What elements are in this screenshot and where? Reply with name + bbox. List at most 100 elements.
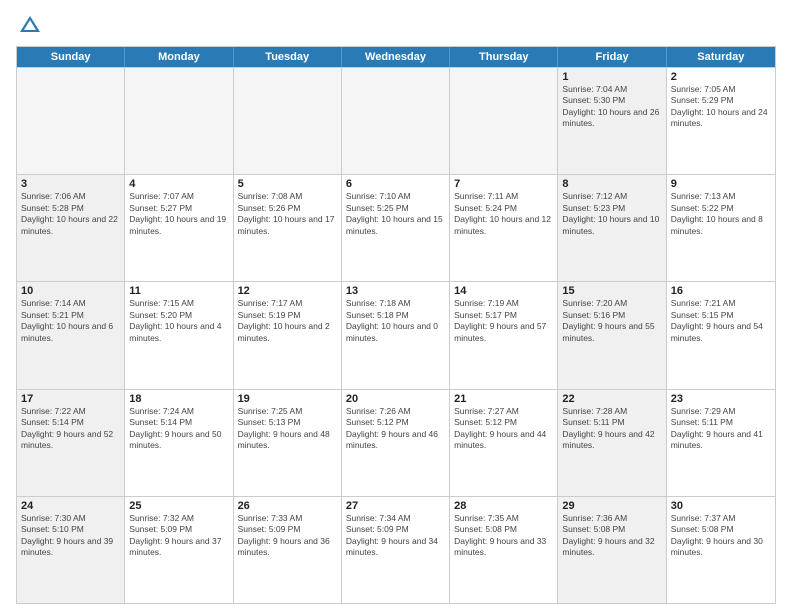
calendar-day-24: 24Sunrise: 7:30 AM Sunset: 5:10 PM Dayli… (17, 497, 125, 603)
day-number: 4 (129, 178, 228, 190)
day-info: Sunrise: 7:25 AM Sunset: 5:13 PM Dayligh… (238, 406, 337, 452)
day-number: 18 (129, 393, 228, 405)
calendar-row-0: 1Sunrise: 7:04 AM Sunset: 5:30 PM Daylig… (17, 67, 775, 174)
day-number: 15 (562, 285, 661, 297)
day-info: Sunrise: 7:26 AM Sunset: 5:12 PM Dayligh… (346, 406, 445, 452)
calendar-empty-0-2 (234, 68, 342, 174)
day-number: 25 (129, 500, 228, 512)
calendar-day-27: 27Sunrise: 7:34 AM Sunset: 5:09 PM Dayli… (342, 497, 450, 603)
day-info: Sunrise: 7:34 AM Sunset: 5:09 PM Dayligh… (346, 513, 445, 559)
day-info: Sunrise: 7:12 AM Sunset: 5:23 PM Dayligh… (562, 191, 661, 237)
calendar-day-30: 30Sunrise: 7:37 AM Sunset: 5:08 PM Dayli… (667, 497, 775, 603)
day-info: Sunrise: 7:36 AM Sunset: 5:08 PM Dayligh… (562, 513, 661, 559)
day-number: 2 (671, 71, 771, 83)
calendar-row-3: 17Sunrise: 7:22 AM Sunset: 5:14 PM Dayli… (17, 389, 775, 496)
day-number: 9 (671, 178, 771, 190)
header (16, 12, 776, 40)
calendar-day-1: 1Sunrise: 7:04 AM Sunset: 5:30 PM Daylig… (558, 68, 666, 174)
calendar-day-21: 21Sunrise: 7:27 AM Sunset: 5:12 PM Dayli… (450, 390, 558, 496)
weekday-header-sunday: Sunday (17, 47, 125, 67)
day-info: Sunrise: 7:35 AM Sunset: 5:08 PM Dayligh… (454, 513, 553, 559)
calendar-day-6: 6Sunrise: 7:10 AM Sunset: 5:25 PM Daylig… (342, 175, 450, 281)
day-info: Sunrise: 7:28 AM Sunset: 5:11 PM Dayligh… (562, 406, 661, 452)
calendar-day-18: 18Sunrise: 7:24 AM Sunset: 5:14 PM Dayli… (125, 390, 233, 496)
calendar-empty-0-1 (125, 68, 233, 174)
weekday-header-tuesday: Tuesday (234, 47, 342, 67)
day-number: 19 (238, 393, 337, 405)
day-info: Sunrise: 7:19 AM Sunset: 5:17 PM Dayligh… (454, 298, 553, 344)
day-info: Sunrise: 7:14 AM Sunset: 5:21 PM Dayligh… (21, 298, 120, 344)
day-info: Sunrise: 7:21 AM Sunset: 5:15 PM Dayligh… (671, 298, 771, 344)
day-number: 20 (346, 393, 445, 405)
day-info: Sunrise: 7:07 AM Sunset: 5:27 PM Dayligh… (129, 191, 228, 237)
calendar: SundayMondayTuesdayWednesdayThursdayFrid… (16, 46, 776, 604)
calendar-header: SundayMondayTuesdayWednesdayThursdayFrid… (17, 47, 775, 67)
day-info: Sunrise: 7:32 AM Sunset: 5:09 PM Dayligh… (129, 513, 228, 559)
calendar-empty-0-4 (450, 68, 558, 174)
calendar-row-2: 10Sunrise: 7:14 AM Sunset: 5:21 PM Dayli… (17, 281, 775, 388)
day-info: Sunrise: 7:37 AM Sunset: 5:08 PM Dayligh… (671, 513, 771, 559)
day-info: Sunrise: 7:11 AM Sunset: 5:24 PM Dayligh… (454, 191, 553, 237)
day-number: 23 (671, 393, 771, 405)
day-number: 8 (562, 178, 661, 190)
day-number: 28 (454, 500, 553, 512)
calendar-day-9: 9Sunrise: 7:13 AM Sunset: 5:22 PM Daylig… (667, 175, 775, 281)
day-number: 22 (562, 393, 661, 405)
day-info: Sunrise: 7:15 AM Sunset: 5:20 PM Dayligh… (129, 298, 228, 344)
calendar-day-17: 17Sunrise: 7:22 AM Sunset: 5:14 PM Dayli… (17, 390, 125, 496)
calendar-day-20: 20Sunrise: 7:26 AM Sunset: 5:12 PM Dayli… (342, 390, 450, 496)
day-number: 21 (454, 393, 553, 405)
day-number: 30 (671, 500, 771, 512)
logo-icon (16, 12, 44, 40)
day-info: Sunrise: 7:22 AM Sunset: 5:14 PM Dayligh… (21, 406, 120, 452)
day-number: 12 (238, 285, 337, 297)
day-number: 10 (21, 285, 120, 297)
weekday-header-saturday: Saturday (667, 47, 775, 67)
day-number: 11 (129, 285, 228, 297)
day-number: 27 (346, 500, 445, 512)
day-info: Sunrise: 7:27 AM Sunset: 5:12 PM Dayligh… (454, 406, 553, 452)
calendar-day-22: 22Sunrise: 7:28 AM Sunset: 5:11 PM Dayli… (558, 390, 666, 496)
calendar-day-15: 15Sunrise: 7:20 AM Sunset: 5:16 PM Dayli… (558, 282, 666, 388)
day-info: Sunrise: 7:18 AM Sunset: 5:18 PM Dayligh… (346, 298, 445, 344)
day-info: Sunrise: 7:05 AM Sunset: 5:29 PM Dayligh… (671, 84, 771, 130)
calendar-day-29: 29Sunrise: 7:36 AM Sunset: 5:08 PM Dayli… (558, 497, 666, 603)
calendar-day-10: 10Sunrise: 7:14 AM Sunset: 5:21 PM Dayli… (17, 282, 125, 388)
day-info: Sunrise: 7:33 AM Sunset: 5:09 PM Dayligh… (238, 513, 337, 559)
page: SundayMondayTuesdayWednesdayThursdayFrid… (0, 0, 792, 612)
day-number: 3 (21, 178, 120, 190)
day-info: Sunrise: 7:06 AM Sunset: 5:28 PM Dayligh… (21, 191, 120, 237)
day-info: Sunrise: 7:20 AM Sunset: 5:16 PM Dayligh… (562, 298, 661, 344)
weekday-header-wednesday: Wednesday (342, 47, 450, 67)
day-number: 17 (21, 393, 120, 405)
day-number: 16 (671, 285, 771, 297)
calendar-row-1: 3Sunrise: 7:06 AM Sunset: 5:28 PM Daylig… (17, 174, 775, 281)
calendar-day-12: 12Sunrise: 7:17 AM Sunset: 5:19 PM Dayli… (234, 282, 342, 388)
calendar-day-28: 28Sunrise: 7:35 AM Sunset: 5:08 PM Dayli… (450, 497, 558, 603)
calendar-day-25: 25Sunrise: 7:32 AM Sunset: 5:09 PM Dayli… (125, 497, 233, 603)
calendar-day-19: 19Sunrise: 7:25 AM Sunset: 5:13 PM Dayli… (234, 390, 342, 496)
day-info: Sunrise: 7:13 AM Sunset: 5:22 PM Dayligh… (671, 191, 771, 237)
calendar-day-8: 8Sunrise: 7:12 AM Sunset: 5:23 PM Daylig… (558, 175, 666, 281)
day-info: Sunrise: 7:29 AM Sunset: 5:11 PM Dayligh… (671, 406, 771, 452)
day-info: Sunrise: 7:24 AM Sunset: 5:14 PM Dayligh… (129, 406, 228, 452)
calendar-day-7: 7Sunrise: 7:11 AM Sunset: 5:24 PM Daylig… (450, 175, 558, 281)
day-number: 5 (238, 178, 337, 190)
calendar-day-14: 14Sunrise: 7:19 AM Sunset: 5:17 PM Dayli… (450, 282, 558, 388)
day-number: 24 (21, 500, 120, 512)
day-number: 14 (454, 285, 553, 297)
weekday-header-friday: Friday (558, 47, 666, 67)
calendar-day-5: 5Sunrise: 7:08 AM Sunset: 5:26 PM Daylig… (234, 175, 342, 281)
calendar-day-13: 13Sunrise: 7:18 AM Sunset: 5:18 PM Dayli… (342, 282, 450, 388)
day-number: 7 (454, 178, 553, 190)
day-number: 6 (346, 178, 445, 190)
day-info: Sunrise: 7:10 AM Sunset: 5:25 PM Dayligh… (346, 191, 445, 237)
logo (16, 12, 48, 40)
calendar-day-26: 26Sunrise: 7:33 AM Sunset: 5:09 PM Dayli… (234, 497, 342, 603)
calendar-day-16: 16Sunrise: 7:21 AM Sunset: 5:15 PM Dayli… (667, 282, 775, 388)
calendar-body: 1Sunrise: 7:04 AM Sunset: 5:30 PM Daylig… (17, 67, 775, 603)
calendar-day-4: 4Sunrise: 7:07 AM Sunset: 5:27 PM Daylig… (125, 175, 233, 281)
calendar-day-3: 3Sunrise: 7:06 AM Sunset: 5:28 PM Daylig… (17, 175, 125, 281)
calendar-day-11: 11Sunrise: 7:15 AM Sunset: 5:20 PM Dayli… (125, 282, 233, 388)
day-number: 1 (562, 71, 661, 83)
